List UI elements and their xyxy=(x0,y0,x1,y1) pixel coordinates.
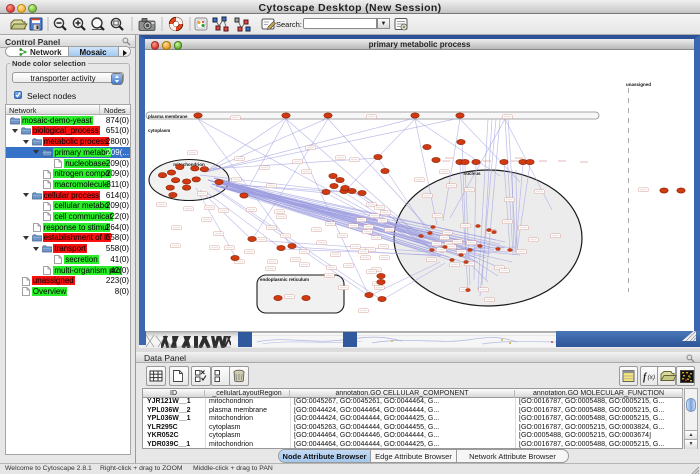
svg-text:endoplasmic reticulum: endoplasmic reticulum xyxy=(260,277,309,282)
svg-text:unassigned: unassigned xyxy=(626,82,651,87)
svg-text:plasma membrane: plasma membrane xyxy=(148,114,188,119)
svg-text:(x): (x) xyxy=(648,374,656,381)
svg-text:nucleus: nucleus xyxy=(463,171,481,176)
svg-text:cytoplasm: cytoplasm xyxy=(148,128,170,133)
